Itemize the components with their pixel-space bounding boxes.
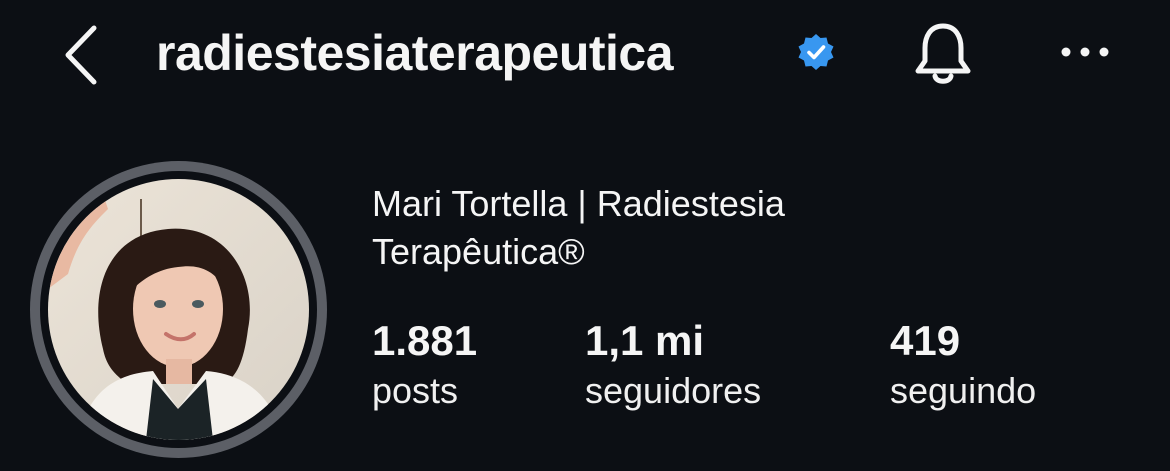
- following-stat[interactable]: 419 seguindo: [890, 314, 1036, 414]
- verified-badge-icon: [796, 32, 836, 72]
- following-label: seguindo: [890, 370, 1037, 411]
- profile-display-name: Mari Tortella | Radiestesia Terapêutica®: [372, 183, 785, 272]
- more-horizontal-icon: [1061, 47, 1109, 57]
- profile-username: radiestesiaterapeutica: [156, 25, 674, 81]
- posts-label: posts: [372, 370, 459, 411]
- followers-stat[interactable]: 1,1 mi seguidores: [585, 314, 761, 414]
- bell-icon: [915, 23, 971, 84]
- avatar-image: [48, 179, 309, 440]
- profile-header: radiestesiaterapeutica: [0, 0, 1170, 120]
- chevron-left-icon: [65, 25, 97, 85]
- posts-count: 1.881: [372, 317, 478, 364]
- followers-label: seguidores: [585, 370, 762, 411]
- following-count: 419: [890, 317, 961, 364]
- back-button[interactable]: [56, 18, 116, 88]
- notifications-button[interactable]: [908, 18, 978, 88]
- followers-count: 1,1 mi: [585, 317, 705, 364]
- profile-avatar[interactable]: [30, 161, 327, 458]
- posts-stat[interactable]: 1.881 posts: [372, 314, 477, 414]
- more-options-button[interactable]: [1056, 30, 1116, 74]
